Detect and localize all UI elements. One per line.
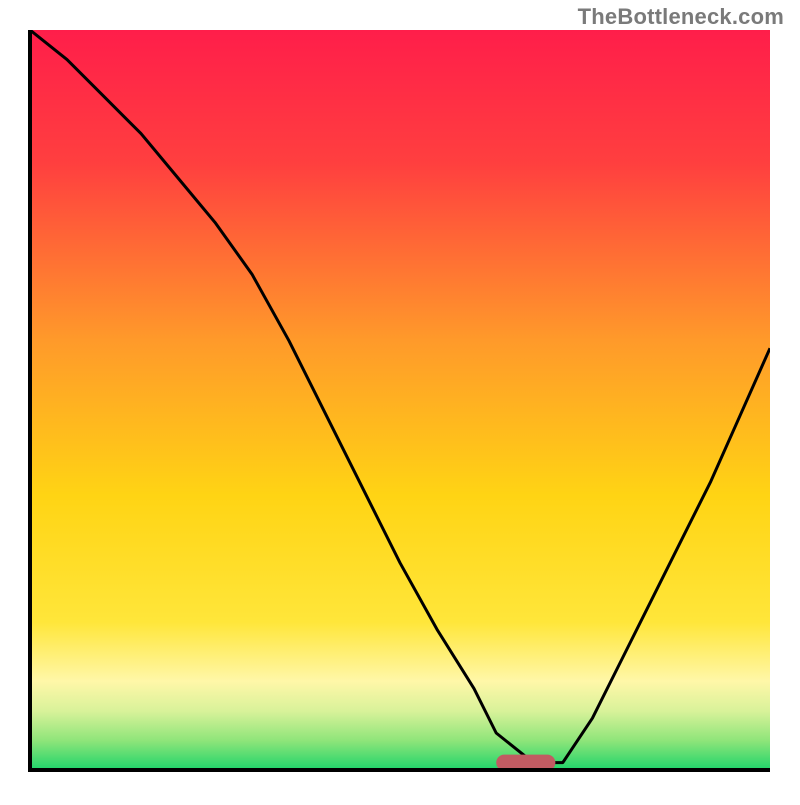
chart-svg xyxy=(0,0,800,800)
bottleneck-chart: TheBottleneck.com xyxy=(0,0,800,800)
plot-background xyxy=(30,30,770,770)
watermark-text: TheBottleneck.com xyxy=(578,4,784,30)
